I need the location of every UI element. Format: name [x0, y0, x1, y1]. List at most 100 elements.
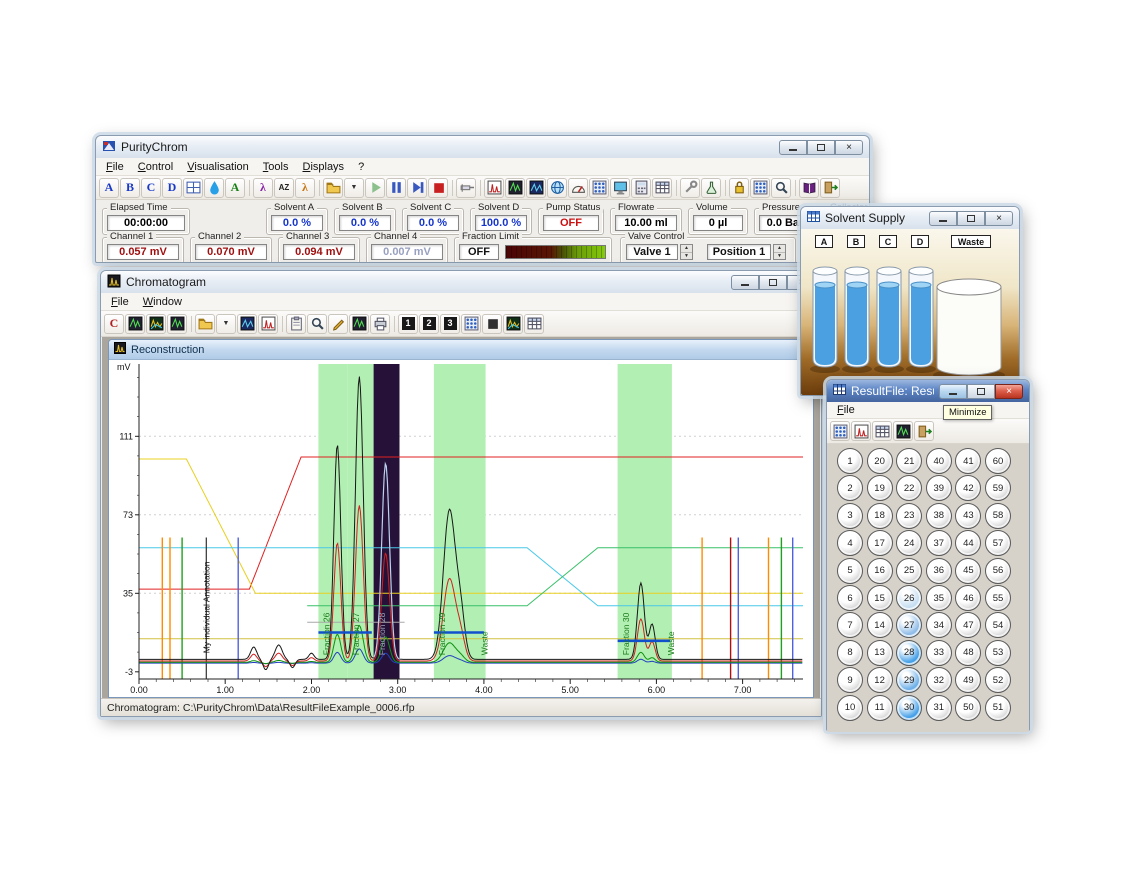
chromatogram-menu-file[interactable]: File: [104, 295, 136, 309]
well-54[interactable]: 54: [985, 612, 1011, 638]
well-49[interactable]: 49: [955, 667, 981, 693]
well-28[interactable]: 28: [896, 640, 922, 666]
well-45[interactable]: 45: [955, 558, 981, 584]
keypad-button[interactable]: [589, 178, 609, 198]
scale-button[interactable]: [524, 314, 544, 334]
well-34[interactable]: 34: [926, 612, 952, 638]
well-16[interactable]: 16: [867, 558, 893, 584]
well-55[interactable]: 55: [985, 585, 1011, 611]
well-12[interactable]: 12: [867, 667, 893, 693]
well-43[interactable]: 43: [955, 503, 981, 529]
chromatogram-c-button[interactable]: C: [104, 314, 124, 334]
solvent-titlebar[interactable]: Solvent Supply ×: [801, 207, 1019, 229]
tools-button[interactable]: [680, 178, 700, 198]
well-17[interactable]: 17: [867, 530, 893, 556]
main-titlebar[interactable]: PurityChrom ×: [96, 136, 869, 158]
resultfile-maximize-button[interactable]: [967, 384, 995, 399]
overlay-chart-button[interactable]: [349, 314, 369, 334]
gauge-button[interactable]: [568, 178, 588, 198]
grid-toggle-button[interactable]: [461, 314, 481, 334]
chromatogram-button[interactable]: [484, 178, 504, 198]
chart-blue-button[interactable]: [237, 314, 257, 334]
well-18[interactable]: 18: [867, 503, 893, 529]
stop-button[interactable]: [428, 178, 448, 198]
well-53[interactable]: 53: [985, 640, 1011, 666]
inject-button[interactable]: [456, 178, 476, 198]
exit-button[interactable]: [820, 178, 840, 198]
well-33[interactable]: 33: [926, 640, 952, 666]
chromatogram-menu-window[interactable]: Window: [136, 295, 189, 309]
trace-3-button[interactable]: 3: [440, 314, 460, 334]
help-book-button[interactable]: [799, 178, 819, 198]
well-3[interactable]: 3: [837, 503, 863, 529]
well-1[interactable]: 1: [837, 448, 863, 474]
detector-b-button[interactable]: B: [120, 178, 140, 198]
maximize-button[interactable]: [807, 140, 835, 155]
table-button[interactable]: [652, 178, 672, 198]
chart-blue-button[interactable]: [526, 178, 546, 198]
well-19[interactable]: 19: [867, 475, 893, 501]
well-42[interactable]: 42: [955, 475, 981, 501]
monitor-button[interactable]: [610, 178, 630, 198]
report-button[interactable]: [893, 421, 913, 441]
all-channels-button[interactable]: [183, 178, 203, 198]
well-35[interactable]: 35: [926, 585, 952, 611]
well-41[interactable]: 41: [955, 448, 981, 474]
main-menu-control[interactable]: Control: [131, 160, 180, 174]
lamp-button[interactable]: λ: [295, 178, 315, 198]
main-menu-displays[interactable]: Displays: [295, 160, 351, 174]
well-8[interactable]: 8: [837, 640, 863, 666]
minimize-button[interactable]: [779, 140, 807, 155]
well-grid-button[interactable]: [830, 421, 850, 441]
well-13[interactable]: 13: [867, 640, 893, 666]
well-29[interactable]: 29: [896, 667, 922, 693]
well-58[interactable]: 58: [985, 503, 1011, 529]
resultfile-menu-file[interactable]: File: [830, 403, 862, 417]
well-38[interactable]: 38: [926, 503, 952, 529]
well-60[interactable]: 60: [985, 448, 1011, 474]
well-51[interactable]: 51: [985, 695, 1011, 721]
well-57[interactable]: 57: [985, 530, 1011, 556]
reconstruction-titlebar[interactable]: Reconstruction: [109, 340, 813, 360]
print-button[interactable]: [370, 314, 390, 334]
open-method-button[interactable]: [323, 178, 343, 198]
well-9[interactable]: 9: [837, 667, 863, 693]
start-button[interactable]: [365, 178, 385, 198]
well-30[interactable]: 30: [896, 695, 922, 721]
solvent-drop-button[interactable]: [204, 178, 224, 198]
main-menu-visualisation[interactable]: Visualisation: [180, 160, 256, 174]
trace-2-button[interactable]: 2: [419, 314, 439, 334]
well-44[interactable]: 44: [955, 530, 981, 556]
chart-dark-button[interactable]: [505, 178, 525, 198]
detector-c-button[interactable]: C: [141, 178, 161, 198]
well-40[interactable]: 40: [926, 448, 952, 474]
well-37[interactable]: 37: [926, 530, 952, 556]
zoom-button[interactable]: [771, 178, 791, 198]
well-31[interactable]: 31: [926, 695, 952, 721]
solvent-maximize-button[interactable]: [957, 211, 985, 226]
dark-toggle-button[interactable]: [482, 314, 502, 334]
well-4[interactable]: 4: [837, 530, 863, 556]
position-spinner[interactable]: ▲▼: [773, 244, 786, 260]
close-button[interactable]: ×: [835, 140, 863, 155]
chromatogram-plot[interactable]: My individual AnnotationFraction 26Fract…: [109, 360, 809, 697]
well-2[interactable]: 2: [837, 475, 863, 501]
well-59[interactable]: 59: [985, 475, 1011, 501]
chromatogram-titlebar[interactable]: Chromatogram ×: [101, 271, 821, 293]
fraction-table-button[interactable]: [872, 421, 892, 441]
well-46[interactable]: 46: [955, 585, 981, 611]
valve-select[interactable]: Valve 1: [626, 244, 678, 260]
overlay-1-button[interactable]: [125, 314, 145, 334]
well-15[interactable]: 15: [867, 585, 893, 611]
calculator-button[interactable]: [631, 178, 651, 198]
well-23[interactable]: 23: [896, 503, 922, 529]
autozero-button[interactable]: A: [225, 178, 245, 198]
detector-a-button[interactable]: A: [99, 178, 119, 198]
well-5[interactable]: 5: [837, 558, 863, 584]
main-menu-file[interactable]: File: [99, 160, 131, 174]
well-48[interactable]: 48: [955, 640, 981, 666]
well-56[interactable]: 56: [985, 558, 1011, 584]
chart-white-button[interactable]: [258, 314, 278, 334]
detector-d-button[interactable]: D: [162, 178, 182, 198]
well-11[interactable]: 11: [867, 695, 893, 721]
